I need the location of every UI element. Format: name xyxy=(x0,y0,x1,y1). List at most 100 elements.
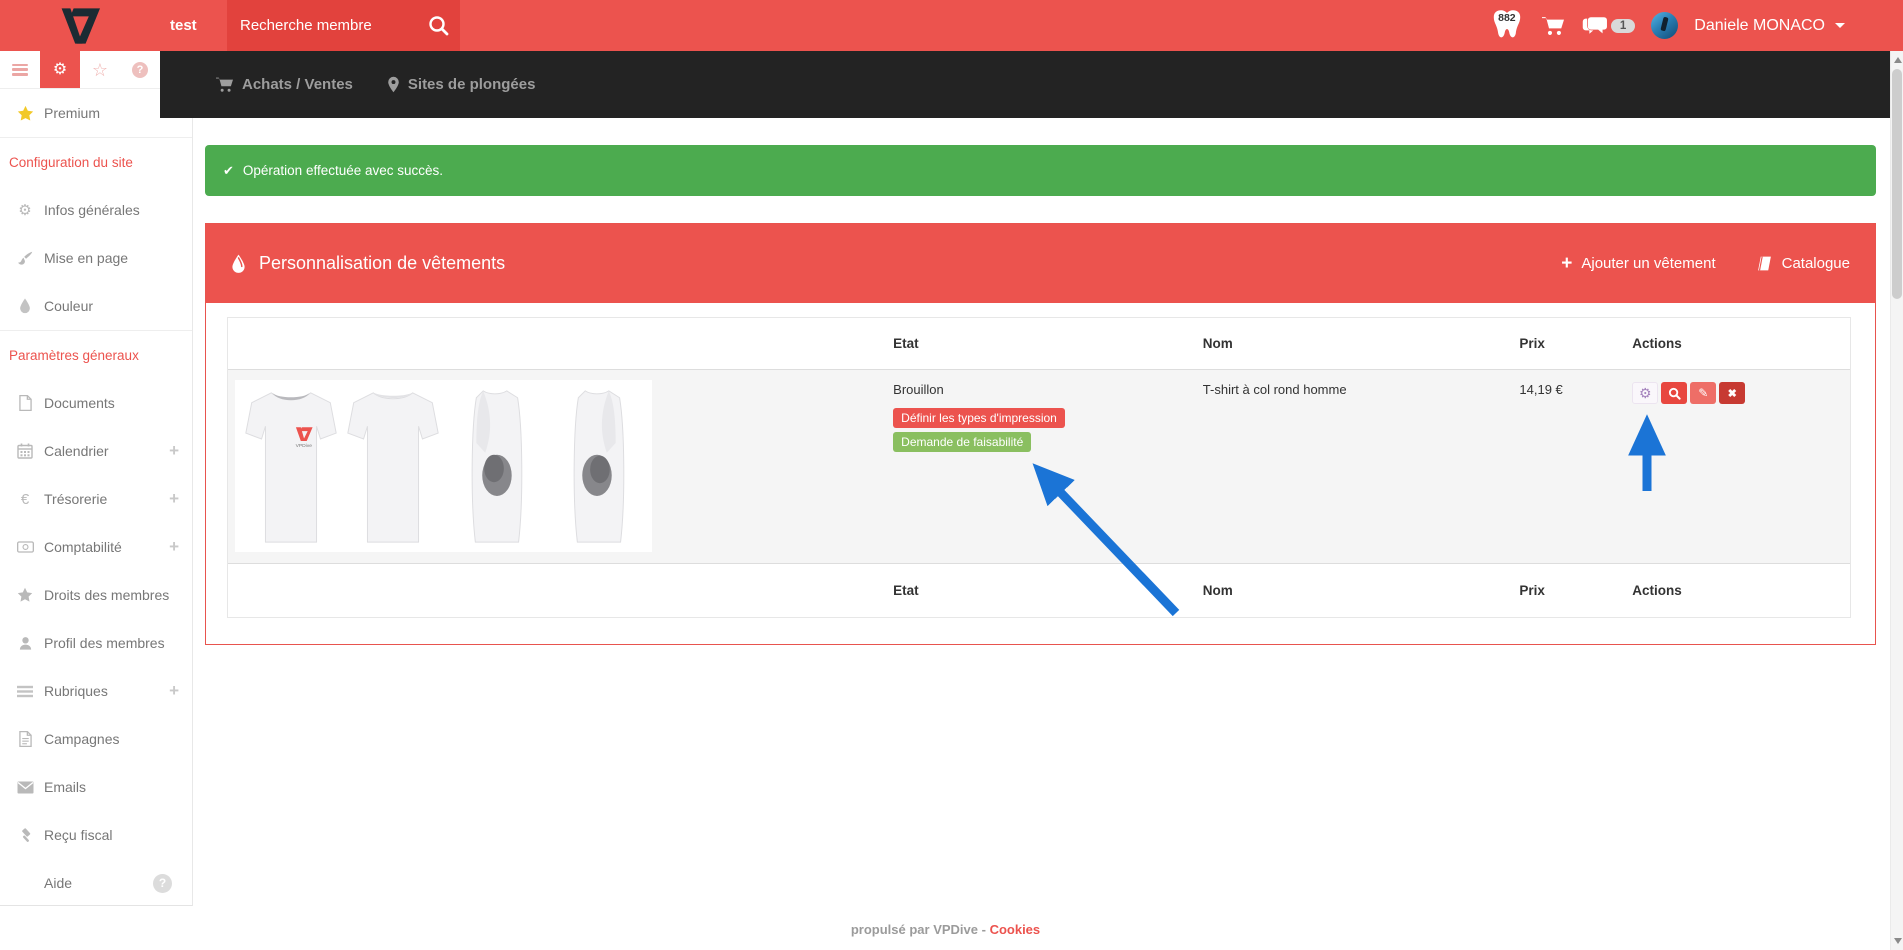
plus-expand-icon[interactable]: + xyxy=(169,441,179,461)
sidebar-menu: PremiumConfiguration du site⚙Infos génér… xyxy=(0,88,193,906)
banknote-icon xyxy=(14,541,36,553)
tab-settings[interactable]: ⚙ xyxy=(40,51,80,88)
sidebar-item-label: Trésorerie xyxy=(44,491,107,507)
sidebar-item-emails[interactable]: Emails xyxy=(0,763,192,811)
panel-title-wrap: Personnalisation de vêtements xyxy=(206,253,505,274)
nav-item-map-marker[interactable]: Sites de plongées xyxy=(387,76,536,93)
vpdive-logo-icon[interactable] xyxy=(56,3,104,49)
chevron-down-icon[interactable] xyxy=(1835,23,1845,28)
prix-cell: 14,19 € xyxy=(1511,370,1624,563)
state-badges: Définir les types d'impression Demande de… xyxy=(893,405,1195,453)
tab-favorites[interactable]: ☆ xyxy=(80,51,120,88)
euro-icon: € xyxy=(14,491,36,508)
plus-expand-icon[interactable]: + xyxy=(169,681,179,701)
plus-expand-icon[interactable]: + xyxy=(169,489,179,509)
tab-menu[interactable] xyxy=(0,51,40,88)
map-marker-icon xyxy=(387,76,400,93)
points-count: 882 xyxy=(1489,12,1525,24)
magnifier-icon xyxy=(1668,387,1681,400)
clothing-panel: Personnalisation de vêtements + Ajouter … xyxy=(205,223,1876,645)
sidebar-item-label: Droits des membres xyxy=(44,587,169,603)
footer-prix: Prix xyxy=(1511,583,1624,598)
garment-thumbnails[interactable]: VPDive xyxy=(235,380,652,552)
gear-icon: ⚙ xyxy=(1639,385,1652,402)
row-settings-button[interactable]: ⚙ xyxy=(1632,382,1658,404)
sidebar-item-label: Calendrier xyxy=(44,443,109,459)
add-garment-label: Ajouter un vêtement xyxy=(1581,255,1715,272)
messages-indicator[interactable]: 1 xyxy=(1581,15,1635,37)
sidebar-item-label: Emails xyxy=(44,779,86,795)
cart-icon[interactable] xyxy=(1541,15,1565,37)
tshirt-side-right-thumbnail xyxy=(547,384,647,549)
sidebar-item-label: Couleur xyxy=(44,298,93,314)
row-view-button[interactable] xyxy=(1661,382,1687,404)
footer-nom: Nom xyxy=(1195,583,1512,598)
help-badge-icon[interactable]: ? xyxy=(153,874,172,893)
sidebar-item-infos-generales[interactable]: ⚙Infos générales xyxy=(0,186,192,234)
search-input[interactable] xyxy=(227,0,435,51)
sidebar-item-aide[interactable]: Aide? xyxy=(0,859,192,907)
star-outline-icon: ☆ xyxy=(92,61,108,79)
file-lines-icon xyxy=(14,731,36,747)
sidebar-item-mise-en-page[interactable]: Mise en page xyxy=(0,234,192,282)
sidebar-item-couleur[interactable]: Couleur xyxy=(0,282,192,331)
panel-buttons: + Ajouter un vêtement Catalogue xyxy=(1561,254,1850,273)
chat-icon xyxy=(1581,15,1608,37)
action-buttons: ⚙ ✎ ✖ xyxy=(1632,382,1850,404)
scroll-up-icon[interactable] xyxy=(1894,57,1902,63)
points-badge[interactable]: 882 xyxy=(1489,7,1525,40)
footer-actions: Actions xyxy=(1624,583,1850,598)
avatar[interactable] xyxy=(1651,12,1678,39)
sidebar-item-tresorerie[interactable]: € Trésorerie + xyxy=(0,475,192,523)
cookies-link[interactable]: Cookies xyxy=(990,922,1041,937)
sidebar-tabstrip: ⚙ ☆ ? xyxy=(0,51,160,88)
search-icon[interactable] xyxy=(427,14,450,37)
sidebar-item-recu-fiscal[interactable]: Reçu fiscal xyxy=(0,811,192,859)
sidebar-item-calendrier[interactable]: Calendrier + xyxy=(0,427,192,475)
sidebar-item-comptabilite[interactable]: Comptabilité + xyxy=(0,523,192,571)
sidebar-item-label: Mise en page xyxy=(44,250,128,266)
navbar: Achats / Ventes Sites de plongées xyxy=(160,51,1891,118)
topbar-right: 882 1 Daniele MONACO xyxy=(1489,0,1845,51)
state-badge[interactable]: Définir les types d'impression xyxy=(893,408,1065,428)
sidebar-item-label: Infos générales xyxy=(44,202,140,218)
row-delete-button[interactable]: ✖ xyxy=(1719,382,1745,404)
etat-cell: Brouillon Définir les types d'impression… xyxy=(885,370,1195,563)
sidebar-item-label: Comptabilité xyxy=(44,539,122,555)
sidebar-item-rubriques[interactable]: Rubriques+ xyxy=(0,667,192,715)
add-garment-button[interactable]: + Ajouter un vêtement xyxy=(1561,254,1715,273)
droplet-icon xyxy=(14,298,36,314)
file-icon xyxy=(14,395,36,411)
svg-text:VPDive: VPDive xyxy=(295,442,312,448)
state-badge[interactable]: Demande de faisabilité xyxy=(893,432,1031,452)
sidebar-item-droits-des-membres[interactable]: Droits des membres xyxy=(0,571,192,619)
sidebar-item-profil-des-membres[interactable]: Profil des membres xyxy=(0,619,192,667)
tshirt-back-thumbnail xyxy=(343,384,443,549)
page-scrollbar[interactable] xyxy=(1890,51,1903,950)
scrollbar-thumb[interactable] xyxy=(1892,69,1902,299)
table-row: VPDive xyxy=(228,370,1850,563)
pencil-icon: ✎ xyxy=(1698,386,1708,400)
sidebar-item-label: Profil des membres xyxy=(44,635,165,651)
club-label[interactable]: test xyxy=(170,0,197,51)
nav-item-cart[interactable]: Achats / Ventes xyxy=(215,76,353,93)
user-icon xyxy=(14,636,36,651)
cart-icon xyxy=(215,76,234,93)
brush-icon xyxy=(14,251,36,266)
sidebar-item-campagnes[interactable]: Campagnes xyxy=(0,715,192,763)
plus-expand-icon[interactable]: + xyxy=(169,537,179,557)
sidebar-item-documents[interactable]: Documents xyxy=(0,379,192,427)
droplet-icon xyxy=(231,254,246,274)
alert-text: Opération effectuée avec succès. xyxy=(243,163,443,178)
page-title: Personnalisation de vêtements xyxy=(259,253,505,274)
star-icon xyxy=(14,587,36,603)
header-etat: Etat xyxy=(885,336,1195,351)
user-menu[interactable]: Daniele MONACO xyxy=(1694,17,1825,35)
tab-help[interactable]: ? xyxy=(120,51,160,88)
table-header-row: Etat Nom Prix Actions xyxy=(228,318,1850,370)
row-edit-button[interactable]: ✎ xyxy=(1690,382,1716,404)
panel-header: Personnalisation de vêtements + Ajouter … xyxy=(206,224,1875,303)
scroll-down-icon[interactable] xyxy=(1894,938,1902,944)
catalogue-button[interactable]: Catalogue xyxy=(1756,254,1850,273)
page: test 882 xyxy=(0,0,1903,950)
